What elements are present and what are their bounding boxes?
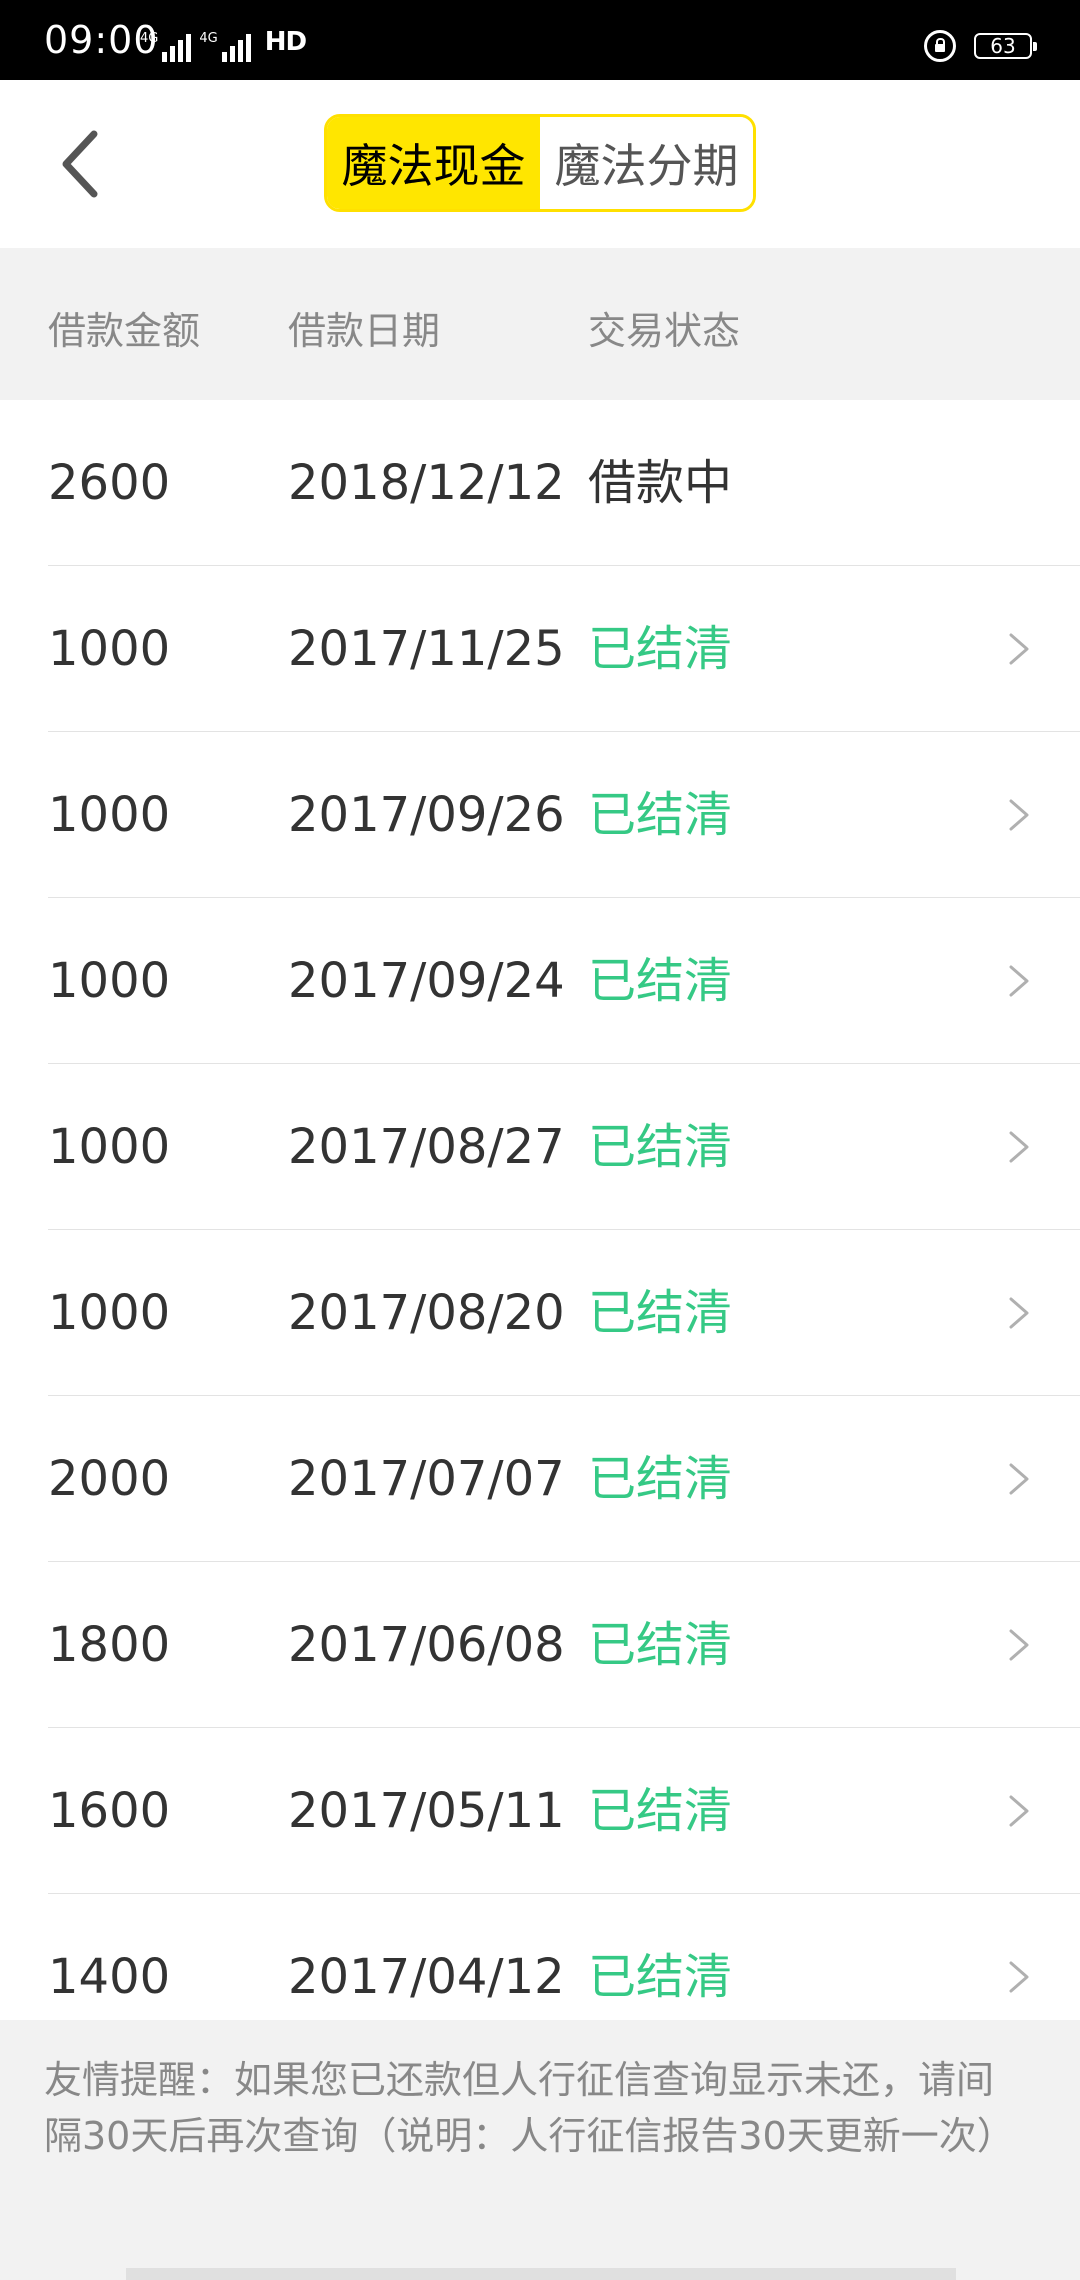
row-amount: 1000 [48, 1285, 171, 1341]
bottom-bar-edge [126, 2268, 956, 2280]
table-row[interactable]: 1400 2017/04/12 已结清 [0, 1894, 1080, 2020]
chevron-right-icon [1009, 965, 1029, 997]
row-amount: 2000 [48, 1451, 171, 1507]
row-status: 已结清 [588, 1949, 733, 2005]
product-tab-switch: 魔法现金 魔法分期 [324, 114, 756, 212]
row-date: 2017/07/07 [288, 1451, 565, 1507]
row-status: 已结清 [588, 953, 733, 1009]
row-amount: 1000 [48, 787, 171, 843]
chevron-right-icon [1009, 1795, 1029, 1827]
table-row[interactable]: 1000 2017/11/25 已结清 [0, 566, 1080, 732]
table-row[interactable]: 1800 2017/06/08 已结清 [0, 1562, 1080, 1728]
notice-text: 友情提醒：如果您已还款但人行征信查询显示未还，请间隔30天后再次查询（说明：人行… [44, 2058, 1015, 2158]
table-row[interactable]: 2000 2017/07/07 已结清 [0, 1396, 1080, 1562]
table-row[interactable]: 2600 2018/12/12 借款中 [0, 400, 1080, 566]
row-amount: 1000 [48, 1119, 171, 1175]
nav-header: 魔法现金 魔法分期 [0, 80, 1080, 248]
signal-2-icon: 4G [199, 31, 251, 62]
row-amount: 1400 [48, 1949, 171, 2005]
table-header: 借款金额 借款日期 交易状态 [0, 248, 1080, 400]
row-date: 2018/12/12 [288, 455, 565, 511]
loan-record-list: 2600 2018/12/12 借款中 1000 2017/11/25 已结清 … [0, 400, 1080, 2020]
chevron-right-icon [1009, 799, 1029, 831]
chevron-right-icon [1009, 1463, 1029, 1495]
signal-2-tag: 4G [199, 31, 218, 46]
row-date: 2017/11/25 [288, 621, 565, 677]
signal-1-icon: 4G [140, 31, 192, 62]
table-row[interactable]: 1600 2017/05/11 已结清 [0, 1728, 1080, 1894]
table-row[interactable]: 1000 2017/08/20 已结清 [0, 1230, 1080, 1396]
chevron-right-icon [1009, 1629, 1029, 1661]
back-button[interactable] [50, 126, 120, 202]
row-status: 已结清 [588, 787, 733, 843]
credit-report-notice: 友情提醒：如果您已还款但人行征信查询显示未还，请间隔30天后再次查询（说明：人行… [0, 2020, 1080, 2280]
row-status: 已结清 [588, 621, 733, 677]
chevron-right-icon [1009, 633, 1029, 665]
row-date: 2017/09/26 [288, 787, 565, 843]
row-status: 已结清 [588, 1119, 733, 1175]
row-status: 已结清 [588, 1285, 733, 1341]
row-amount: 1000 [48, 621, 171, 677]
row-status: 借款中 [588, 455, 733, 511]
column-header-amount: 借款金额 [48, 309, 201, 353]
battery-level: 63 [990, 34, 1016, 58]
row-amount: 2600 [48, 455, 171, 511]
row-status: 已结清 [588, 1783, 733, 1839]
rotation-lock-icon [924, 30, 956, 62]
chevron-left-icon [62, 130, 98, 198]
row-date: 2017/08/27 [288, 1119, 565, 1175]
hd-badge: HD [264, 27, 307, 57]
row-status: 已结清 [588, 1617, 733, 1673]
status-right: 63 [924, 30, 1037, 62]
signal-indicators: 4G 4G HD [140, 22, 307, 62]
row-status: 已结清 [588, 1451, 733, 1507]
table-row[interactable]: 1000 2017/08/27 已结清 [0, 1064, 1080, 1230]
row-date: 2017/06/08 [288, 1617, 565, 1673]
status-bar: 09:00 4G 4G HD 63 [0, 0, 1080, 80]
row-amount: 1000 [48, 953, 171, 1009]
row-date: 2017/05/11 [288, 1783, 565, 1839]
table-row[interactable]: 1000 2017/09/24 已结清 [0, 898, 1080, 1064]
tab-magic-cash[interactable]: 魔法现金 [327, 117, 540, 209]
signal-1-tag: 4G [140, 31, 159, 46]
chevron-right-icon [1009, 1131, 1029, 1163]
chevron-right-icon [1009, 1961, 1029, 1993]
tab-magic-installment[interactable]: 魔法分期 [540, 117, 753, 209]
battery-icon: 63 [974, 33, 1037, 59]
table-row[interactable]: 1000 2017/09/26 已结清 [0, 732, 1080, 898]
row-date: 2017/09/24 [288, 953, 565, 1009]
column-header-status: 交易状态 [588, 309, 741, 353]
row-amount: 1600 [48, 1783, 171, 1839]
row-date: 2017/04/12 [288, 1949, 565, 2005]
chevron-right-icon [1009, 1297, 1029, 1329]
row-amount: 1800 [48, 1617, 171, 1673]
row-date: 2017/08/20 [288, 1285, 565, 1341]
column-header-date: 借款日期 [288, 309, 441, 353]
